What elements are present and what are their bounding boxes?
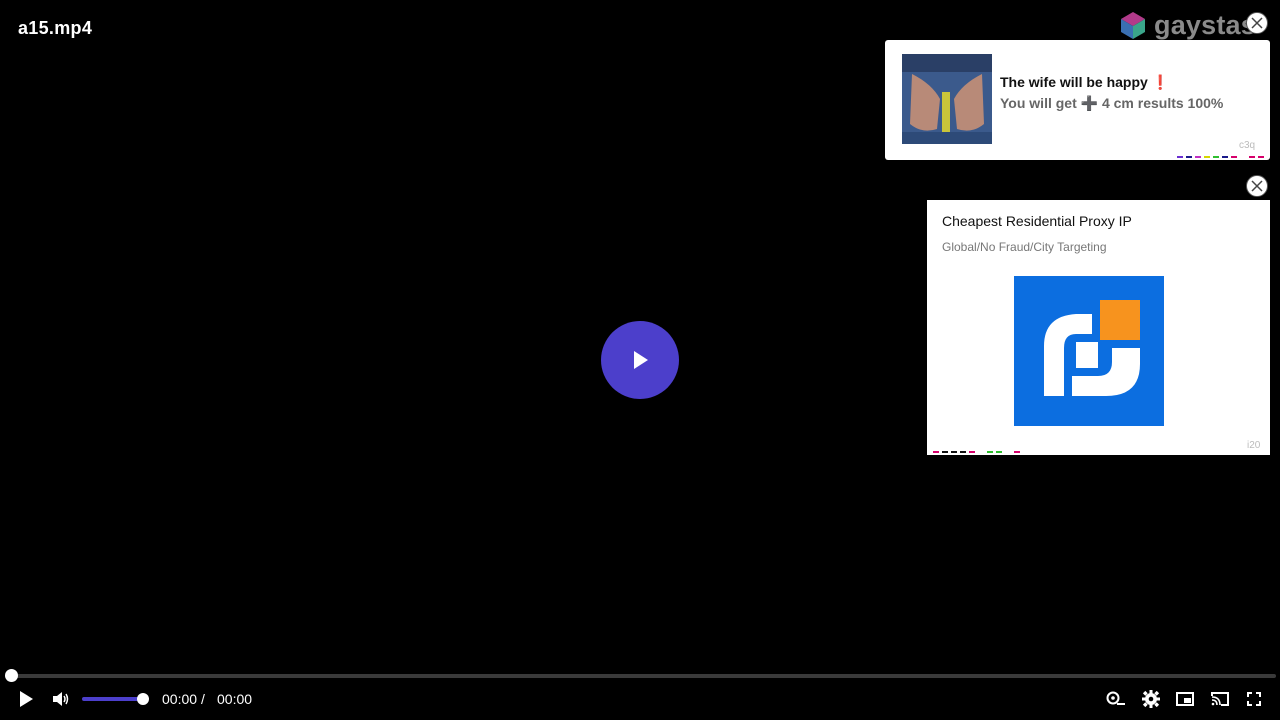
ad1-title[interactable]: The wife will be happy ❗ bbox=[1000, 74, 1169, 91]
ad-dash bbox=[996, 451, 1002, 453]
ad-dash bbox=[1240, 156, 1246, 158]
video-title: a15.mp4 bbox=[18, 18, 93, 38]
ad2-logo-image[interactable] bbox=[1014, 276, 1164, 426]
close-icon bbox=[1251, 180, 1263, 192]
play-icon bbox=[634, 351, 648, 369]
ad-dash bbox=[1204, 156, 1210, 158]
video-player[interactable]: a15.mp4 gaystas The wife will be happy ❗… bbox=[0, 0, 1280, 720]
proxy-logo-icon bbox=[1014, 276, 1164, 426]
settings-button[interactable] bbox=[1140, 688, 1162, 710]
play-icon bbox=[20, 691, 33, 707]
time-separator: / bbox=[201, 691, 205, 707]
ad-dash bbox=[1005, 451, 1011, 453]
ad-dash bbox=[1177, 156, 1183, 158]
ad-dash bbox=[942, 451, 948, 453]
brand-cube-icon bbox=[1121, 12, 1145, 39]
ad-dash bbox=[933, 451, 939, 453]
ad2-subtitle[interactable]: Global/No Fraud/City Targeting bbox=[942, 240, 1107, 254]
fullscreen-button[interactable] bbox=[1243, 688, 1265, 710]
ad-dash bbox=[1222, 156, 1228, 158]
fullscreen-icon bbox=[1247, 692, 1261, 706]
ad1-close-button[interactable] bbox=[1246, 12, 1268, 34]
ad-dash bbox=[978, 451, 984, 453]
ad2-dash-row bbox=[933, 451, 1020, 453]
ad1-subtitle[interactable]: You will get ➕ 4 cm results 100% bbox=[1000, 95, 1223, 112]
ad1-photo bbox=[902, 54, 992, 144]
ad-dash bbox=[1195, 156, 1201, 158]
progress-bar[interactable] bbox=[10, 674, 1276, 678]
volume-slider[interactable] bbox=[82, 697, 144, 701]
ad-banner-1[interactable]: The wife will be happy ❗ You will get ➕ … bbox=[885, 40, 1270, 160]
ad-dash bbox=[951, 451, 957, 453]
volume-icon bbox=[53, 692, 69, 706]
cast-button[interactable] bbox=[1209, 688, 1231, 710]
ad1-image[interactable] bbox=[902, 54, 992, 144]
current-time: 00:00 bbox=[162, 691, 198, 707]
ad-dash bbox=[1014, 451, 1020, 453]
cast-icon bbox=[1211, 692, 1229, 706]
ad-banner-2[interactable]: Cheapest Residential Proxy IP Global/No … bbox=[927, 200, 1270, 455]
ad-dash bbox=[1231, 156, 1237, 158]
progress-knob[interactable] bbox=[5, 669, 18, 682]
ad-dash bbox=[1258, 156, 1264, 158]
ad1-tag: c3q bbox=[1239, 140, 1256, 151]
ad-dash bbox=[1213, 156, 1219, 158]
quality-button[interactable] bbox=[1105, 688, 1127, 710]
brand-text: gaystas bbox=[1154, 9, 1256, 40]
picture-in-picture-icon bbox=[1176, 692, 1194, 706]
ad-dash bbox=[960, 451, 966, 453]
big-play-button[interactable] bbox=[601, 321, 679, 399]
ad-dash bbox=[987, 451, 993, 453]
exclamation-icon: ❗ bbox=[1151, 74, 1170, 90]
play-button[interactable] bbox=[15, 688, 37, 710]
volume-button[interactable] bbox=[50, 688, 72, 710]
ad2-title[interactable]: Cheapest Residential Proxy IP bbox=[942, 213, 1132, 229]
ad-dash bbox=[1186, 156, 1192, 158]
duration: 00:00 bbox=[217, 691, 253, 707]
volume-knob[interactable] bbox=[137, 693, 149, 705]
ad-dash bbox=[969, 451, 975, 453]
quality-icon bbox=[1106, 691, 1125, 705]
ad2-close-button[interactable] bbox=[1246, 175, 1268, 197]
ad2-tag: i20 bbox=[1247, 440, 1261, 451]
close-icon bbox=[1251, 17, 1263, 29]
gear-icon bbox=[1142, 690, 1160, 708]
picture-in-picture-button[interactable] bbox=[1174, 688, 1196, 710]
ad-dash bbox=[1249, 156, 1255, 158]
ad1-dash-row bbox=[1177, 156, 1264, 158]
